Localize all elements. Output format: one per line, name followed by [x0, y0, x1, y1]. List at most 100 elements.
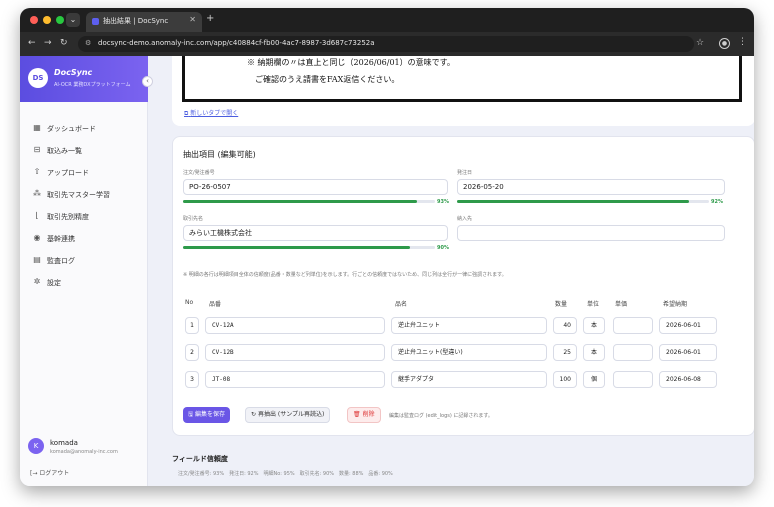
- sidebar-item-label: 取込み一覧: [47, 147, 82, 155]
- due-date-cell[interactable]: 2026-06-08: [659, 371, 717, 388]
- col-no: No: [185, 299, 194, 306]
- vendor-field[interactable]: みらい工機株式会社: [183, 225, 448, 241]
- gear-icon: ✲: [33, 277, 41, 286]
- qty-cell[interactable]: 100: [553, 371, 577, 388]
- order-date-label: 発注日: [457, 170, 473, 176]
- order-date-field[interactable]: 2026-05-20: [457, 179, 725, 195]
- item-name-cell[interactable]: 継手アダプタ: [391, 371, 547, 388]
- sidebar-item-label: ダッシュボード: [47, 125, 96, 133]
- site-settings-icon[interactable]: ⚙: [85, 39, 91, 47]
- profile-icon[interactable]: ●: [719, 38, 730, 49]
- log-icon: ▤: [33, 255, 41, 264]
- unit-cell[interactable]: 本: [583, 344, 605, 361]
- browser-menu-icon[interactable]: ⋮: [738, 37, 747, 47]
- sidebar-item-upload[interactable]: ⇧ アップロード: [20, 162, 148, 184]
- logout-icon: [→: [30, 470, 38, 477]
- unit-cell[interactable]: 本: [583, 317, 605, 334]
- close-window-button[interactable]: [30, 16, 38, 24]
- delivery-to-field[interactable]: [457, 225, 725, 241]
- sidebar-item-dashboard[interactable]: ▦ ダッシュボード: [20, 118, 148, 140]
- reextract-button[interactable]: ↻ 再抽出 (サンプル再読込): [245, 407, 331, 423]
- refresh-icon: ↻: [251, 411, 257, 418]
- chart-icon: ⌊: [35, 211, 39, 220]
- item-name-cell[interactable]: 逆止弁ユニット(型違い): [391, 344, 547, 361]
- logout-link[interactable]: [→ ログアウト: [30, 468, 69, 477]
- dashboard-icon: ▦: [33, 123, 41, 132]
- url-field[interactable]: ⚙ docsync-demo.anomaly-inc.com/app/c4088…: [78, 36, 694, 52]
- vendor-confidence-fill: [183, 246, 410, 249]
- browser-tab[interactable]: 抽出結果 | DocSync ✕: [86, 12, 202, 32]
- sidebar-item-label: アップロード: [47, 169, 89, 177]
- sidebar-item-audit-log[interactable]: ▤ 監査ログ: [20, 250, 148, 272]
- main-content: ※ 納期欄の〃は直上と同じ（2026/06/01）の意味です。 ご確認のうえ請書…: [148, 56, 754, 486]
- browser-window: ⌄ 抽出結果 | DocSync ✕ + ← → ↻ ⚙ docsync-dem…: [20, 8, 754, 486]
- brand-subtitle: AI-OCR 業務DXプラットフォーム: [54, 82, 131, 88]
- open-new-tab-link[interactable]: ⧉ 新しいタブで開く: [184, 108, 238, 118]
- unit-cell[interactable]: 個: [583, 371, 605, 388]
- maximize-window-button[interactable]: [56, 16, 64, 24]
- document-preview: ※ 納期欄の〃は直上と同じ（2026/06/01）の意味です。 ご確認のうえ請書…: [182, 56, 742, 102]
- field-confidence-summary: 注文/発注番号: 93% 発注日: 92% 明細No: 95% 取引先名: 90…: [178, 471, 393, 477]
- order-no-field[interactable]: PO-26-0507: [183, 179, 448, 195]
- logout-label: ログアウト: [39, 470, 70, 477]
- inbox-icon: ⊟: [33, 145, 41, 154]
- sidebar-item-label: 取引先別精度: [47, 213, 89, 221]
- sidebar-item-label: 基幹連携: [47, 235, 75, 243]
- url-text: docsync-demo.anomaly-inc.com/app/c40884c…: [98, 39, 375, 47]
- item-name-cell[interactable]: 逆止弁ユニット: [391, 317, 547, 334]
- col-item-name: 品名: [395, 301, 408, 308]
- back-icon[interactable]: ←: [28, 38, 36, 48]
- row-no[interactable]: 3: [185, 371, 199, 388]
- due-date-cell[interactable]: 2026-06-01: [659, 344, 717, 361]
- row-no[interactable]: 2: [185, 344, 199, 361]
- new-tab-icon[interactable]: +: [206, 13, 214, 24]
- row-no[interactable]: 1: [185, 317, 199, 334]
- order-date-confidence-bar: [457, 200, 709, 203]
- qty-cell[interactable]: 25: [553, 344, 577, 361]
- order-date-confidence: 92%: [711, 199, 723, 205]
- reload-icon[interactable]: ↻: [60, 38, 68, 48]
- external-link-icon: ⧉: [184, 110, 189, 117]
- part-no-cell[interactable]: JT-08: [205, 371, 385, 388]
- upload-icon: ⇧: [33, 167, 41, 176]
- bookmark-star-icon[interactable]: ☆: [696, 38, 704, 48]
- delete-button[interactable]: 🗑 削除: [347, 407, 381, 423]
- part-no-cell[interactable]: CV-12B: [205, 344, 385, 361]
- forward-icon[interactable]: →: [44, 38, 52, 48]
- app: DS DocSync AI-OCR 業務DXプラットフォーム ‹ ▦ ダッシュボー…: [20, 56, 754, 486]
- trash-icon: 🗑: [353, 411, 361, 418]
- qty-cell[interactable]: 40: [553, 317, 577, 334]
- preview-line-1: ※ 納期欄の〃は直上と同じ（2026/06/01）の意味です。: [247, 58, 455, 67]
- col-price: 単価: [615, 301, 628, 308]
- extraction-title: 抽出項目 (編集可能): [183, 150, 256, 159]
- sidebar-item-vendor-master[interactable]: ⁂ 取引先マスター学習: [20, 184, 148, 206]
- order-no-confidence-fill: [183, 200, 418, 203]
- open-new-tab-label: 新しいタブで開く: [190, 110, 239, 117]
- brand-name: DocSync: [54, 68, 93, 77]
- vendor-confidence-bar: [183, 246, 435, 249]
- order-date-confidence-fill: [457, 200, 689, 203]
- col-part-no: 品番: [209, 301, 222, 308]
- save-icon: 🖫: [188, 411, 194, 418]
- line-items-note: ※ 明細の各行は明細項目全体の信頼度(品番・数量など列単位)を示します。行ごとの…: [183, 272, 507, 278]
- sidebar-item-label: 監査ログ: [47, 257, 75, 265]
- sidebar-item-inbox[interactable]: ⊟ 取込み一覧: [20, 140, 148, 162]
- price-cell[interactable]: [613, 344, 653, 361]
- audit-note: 編集は監査ログ (edit_logs) に記録されます。: [389, 413, 493, 419]
- save-edits-button[interactable]: 🖫 編集を保存: [183, 407, 231, 423]
- tab-search-icon[interactable]: ⌄: [66, 13, 80, 27]
- minimize-window-button[interactable]: [43, 16, 51, 24]
- price-cell[interactable]: [613, 317, 653, 334]
- part-no-cell[interactable]: CV-12A: [205, 317, 385, 334]
- brand-header: DS DocSync AI-OCR 業務DXプラットフォーム: [20, 56, 148, 102]
- sidebar-item-vendor-accuracy[interactable]: ⌊ 取引先別精度: [20, 206, 148, 228]
- field-confidence-title: フィールド信頼度: [172, 455, 228, 463]
- sidebar-item-integration[interactable]: ◉ 基幹連携: [20, 228, 148, 250]
- user-name: komada: [50, 439, 78, 447]
- extraction-card: 抽出項目 (編集可能) 注文/発注番号 PO-26-0507 93% 発注日 2…: [172, 136, 754, 436]
- price-cell[interactable]: [613, 371, 653, 388]
- close-tab-icon[interactable]: ✕: [189, 15, 196, 24]
- sidebar-item-settings[interactable]: ✲ 設定: [20, 272, 148, 294]
- col-qty: 数量: [555, 301, 568, 308]
- due-date-cell[interactable]: 2026-06-01: [659, 317, 717, 334]
